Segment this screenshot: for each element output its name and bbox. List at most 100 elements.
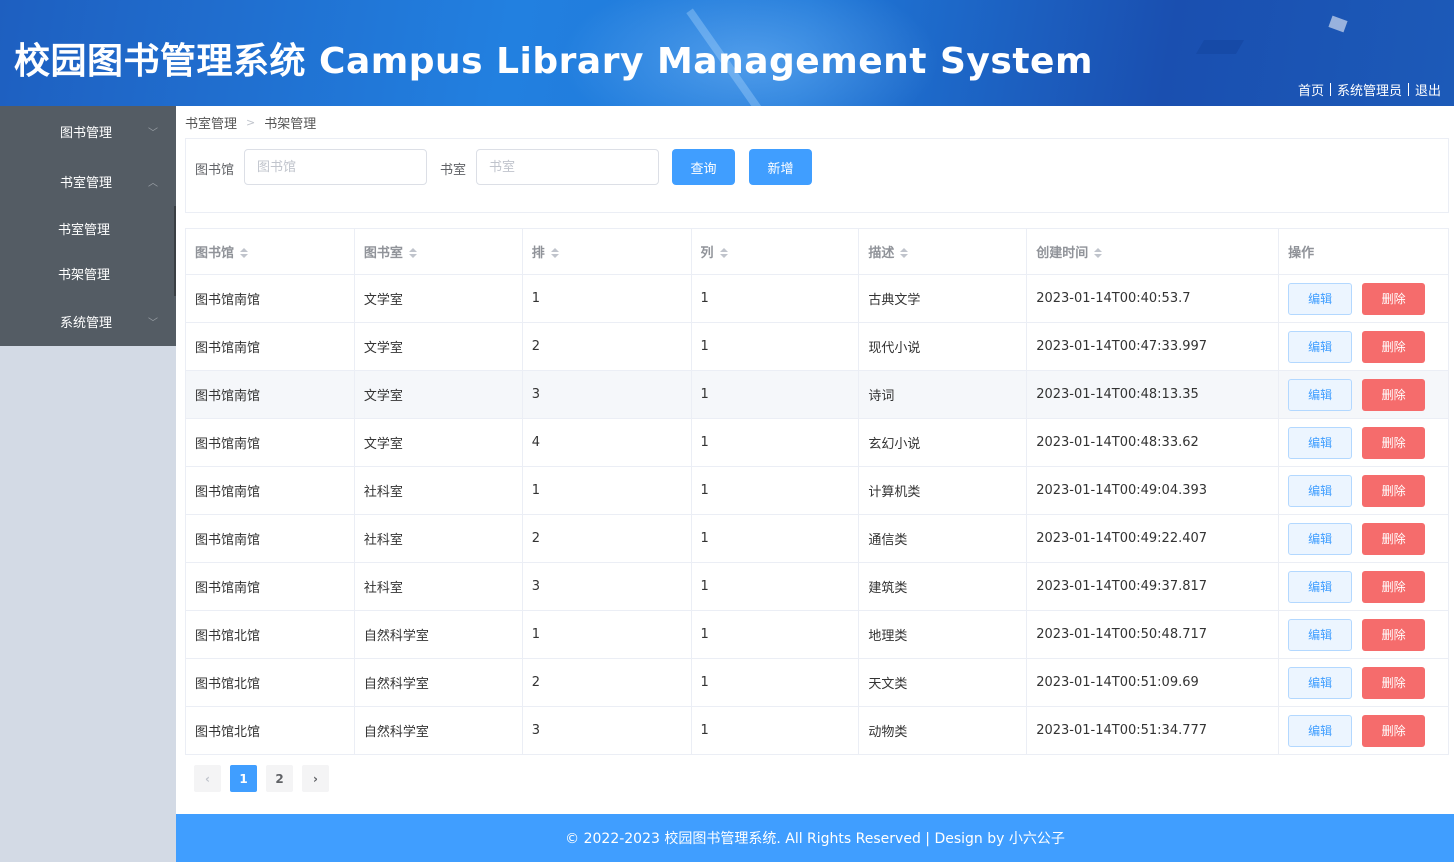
- actions-cell: 编辑 删除: [1278, 274, 1449, 323]
- table-cell: 1: [690, 706, 860, 755]
- delete-button[interactable]: 删除: [1362, 378, 1426, 411]
- table-cell: 图书馆南馆: [185, 514, 355, 563]
- sort-icon[interactable]: [550, 247, 559, 260]
- breadcrumb-item-current: 书架管理: [264, 117, 317, 132]
- query-button[interactable]: 查询: [672, 149, 735, 185]
- actions-cell: 编辑 删除: [1278, 466, 1449, 515]
- sort-icon[interactable]: [719, 247, 728, 260]
- sort-icon[interactable]: [1094, 247, 1103, 260]
- app-title: 校园图书管理系统 Campus Library Management Syste…: [14, 41, 1093, 82]
- edit-button[interactable]: 编辑: [1288, 330, 1353, 363]
- table-cell: 3: [521, 370, 692, 419]
- banner-shape: [1328, 15, 1348, 33]
- table-cell: 图书馆南馆: [185, 562, 355, 611]
- table-row: 图书馆北馆 自然科学室 2 1 天文类 2023-01-14T00:51:09.69 编辑删…: [185, 658, 1449, 707]
- edit-button[interactable]: 编辑: [1288, 570, 1353, 603]
- table-cell: 2023-01-14T00:49:22.407: [1026, 514, 1280, 563]
- submenu-item-shelf[interactable]: 书架管理: [0, 251, 174, 296]
- logout-link[interactable]: 退出: [1415, 80, 1441, 99]
- table-cell: 2023-01-14T00:48:13.35: [1026, 370, 1280, 419]
- table-cell: 文学室: [353, 418, 523, 467]
- main-content: 书室管理 > 书架管理 图书馆 书室 查询 新增 图书馆 图书室 排 列 描述 …: [176, 106, 1454, 814]
- edit-button[interactable]: 编辑: [1288, 522, 1353, 555]
- column-header[interactable]: 图书馆: [185, 228, 355, 275]
- actions-cell: 编辑 删除: [1278, 562, 1449, 611]
- edit-button[interactable]: 编辑: [1288, 666, 1353, 699]
- table-row: 图书馆南馆 文学室 1 1 古典文学 2023-01-14T00:40:53.7 编辑 删除: [185, 274, 1449, 323]
- next-page-button[interactable]: ›: [302, 765, 329, 792]
- submenu-item-room[interactable]: 书室管理: [0, 206, 174, 251]
- column-header[interactable]: 创建时间: [1026, 228, 1280, 275]
- add-button[interactable]: 新增: [749, 149, 812, 185]
- edit-button[interactable]: 编辑: [1288, 618, 1353, 651]
- page-button-2[interactable]: 2: [266, 765, 293, 792]
- table-cell: 2023-01-14T00:51:34.777: [1026, 706, 1280, 755]
- pagination: ‹ 1 2 ›: [194, 765, 338, 792]
- column-header[interactable]: 描述: [858, 228, 1028, 275]
- breadcrumb-item[interactable]: 书室管理: [185, 113, 237, 132]
- delete-button[interactable]: 删除: [1362, 474, 1426, 507]
- menu-label: 图书管理: [60, 125, 113, 141]
- table-cell: 2023-01-14T00:50:48.717: [1026, 610, 1280, 659]
- edit-button[interactable]: 编辑: [1288, 426, 1353, 459]
- table-cell: 图书馆南馆: [185, 322, 355, 371]
- delete-button[interactable]: 删除: [1362, 714, 1426, 747]
- table-cell: 文学室: [353, 274, 523, 323]
- column-header[interactable]: 列: [690, 228, 860, 275]
- actions-cell: 编辑 删除: [1278, 514, 1449, 563]
- delete-button[interactable]: 删除: [1362, 330, 1426, 363]
- menu-room-management[interactable]: 书室管理 ︿: [0, 156, 176, 206]
- menu-book-management[interactable]: 图书管理 ﹀: [0, 106, 176, 156]
- delete-button[interactable]: 删除: [1362, 570, 1426, 603]
- table-cell: 玄幻小说: [858, 418, 1028, 467]
- column-header[interactable]: 图书室: [353, 228, 523, 275]
- delete-button[interactable]: 删除: [1362, 282, 1426, 315]
- top-links: 首页 系统管理员 退出: [1298, 80, 1441, 99]
- edit-button[interactable]: 编辑: [1288, 378, 1353, 411]
- menu-system-management[interactable]: 系统管理 ﹀: [0, 296, 176, 346]
- table-cell: 1: [521, 610, 692, 659]
- chevron-down-icon: ﹀: [148, 317, 158, 329]
- page-button-1[interactable]: 1: [230, 765, 257, 792]
- delete-button[interactable]: 删除: [1362, 618, 1426, 651]
- edit-button[interactable]: 编辑: [1288, 282, 1353, 315]
- table-cell: 1: [690, 658, 860, 707]
- table-cell: 1: [690, 418, 860, 467]
- table-cell: 图书馆北馆: [185, 706, 355, 755]
- user-link[interactable]: 系统管理员: [1337, 80, 1402, 99]
- table-row: 图书馆北馆 自然科学室 3 1 动物类 2023-01-14T00:51:34.777 编辑…: [185, 706, 1449, 755]
- table-row: 图书馆南馆 社科室 3 1 建筑类 2023-01-14T00:49:37.817 编辑 删除: [185, 562, 1449, 611]
- sort-icon[interactable]: [900, 247, 909, 260]
- table-cell: 3: [521, 706, 692, 755]
- table-cell: 图书馆南馆: [185, 418, 355, 467]
- table-cell: 1: [690, 514, 860, 563]
- edit-button[interactable]: 编辑: [1288, 714, 1353, 747]
- delete-button[interactable]: 删除: [1362, 522, 1426, 555]
- table-header-row: 图书馆 图书室 排 列 描述 创建时间 操作: [185, 228, 1449, 275]
- table-cell: 诗词: [858, 370, 1028, 419]
- home-link[interactable]: 首页: [1298, 80, 1324, 99]
- column-header[interactable]: 排: [521, 228, 692, 275]
- table-row: 图书馆北馆 自然科学室 1 1 地理类 2023-01-14T00:50:48.717 编辑…: [185, 610, 1449, 659]
- table-cell: 现代小说: [858, 322, 1028, 371]
- actions-cell: 编辑 删除: [1278, 418, 1449, 467]
- delete-button[interactable]: 删除: [1362, 426, 1426, 459]
- column-header-label: 操作: [1288, 246, 1315, 261]
- column-header-label: 描述: [868, 246, 895, 261]
- sort-icon[interactable]: [240, 247, 249, 260]
- chevron-down-icon: ﹀: [148, 127, 158, 139]
- table-cell: 文学室: [353, 322, 523, 371]
- edit-button[interactable]: 编辑: [1288, 474, 1353, 507]
- delete-button[interactable]: 删除: [1362, 666, 1426, 699]
- library-input[interactable]: [244, 149, 427, 185]
- table-cell: 1: [690, 466, 860, 515]
- table-cell: 天文类: [858, 658, 1028, 707]
- sort-icon[interactable]: [408, 247, 417, 260]
- room-input[interactable]: [476, 149, 659, 185]
- search-form: 图书馆 书室 查询 新增: [185, 138, 1449, 213]
- prev-page-button[interactable]: ‹: [194, 765, 221, 792]
- column-header-label: 创建时间: [1036, 246, 1089, 261]
- table-cell: 文学室: [353, 370, 523, 419]
- actions-cell: 编辑 删除: [1278, 610, 1449, 659]
- table-cell: 3: [521, 562, 692, 611]
